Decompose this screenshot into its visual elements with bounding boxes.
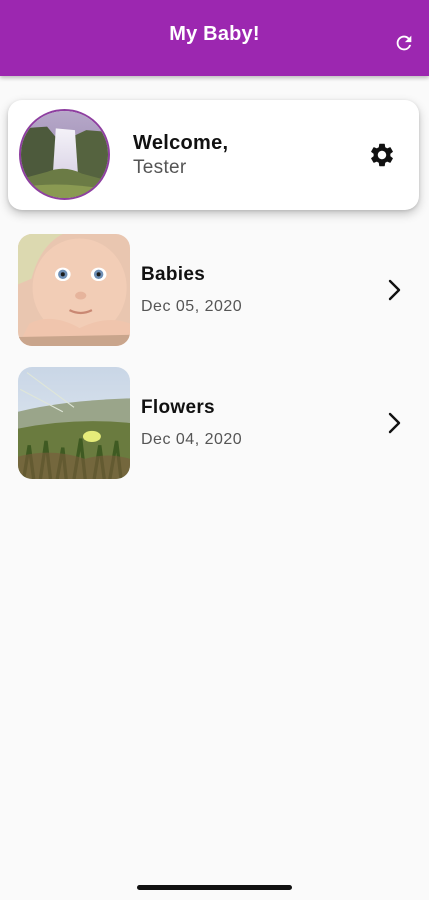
app-title: My Baby! <box>169 22 260 45</box>
album-thumbnail <box>18 234 130 346</box>
refresh-icon <box>396 35 412 51</box>
chevron-right-icon <box>385 410 405 436</box>
welcome-greeting: Welcome, <box>133 132 229 154</box>
album-item-flowers[interactable]: Flowers Dec 04, 2020 <box>0 367 429 479</box>
album-title: Flowers <box>141 397 215 418</box>
settings-button[interactable] <box>367 140 397 170</box>
baby-photo-image <box>18 234 130 346</box>
home-indicator[interactable] <box>137 885 292 890</box>
album-title: Babies <box>141 264 206 285</box>
avatar[interactable] <box>19 109 110 200</box>
welcome-text: Welcome, Tester <box>133 132 228 179</box>
refresh-button[interactable] <box>393 32 415 54</box>
album-date: Dec 05, 2020 <box>141 298 243 315</box>
welcome-card: Welcome, Tester <box>8 100 419 210</box>
flowers-photo-image <box>18 367 130 479</box>
gear-icon <box>371 143 393 167</box>
user-name: Tester <box>133 157 187 178</box>
album-date: Dec 04, 2020 <box>141 431 243 448</box>
waterfall-avatar-image <box>21 111 108 198</box>
chevron-right-icon <box>385 277 405 303</box>
album-thumbnail <box>18 367 130 479</box>
app-bar: My Baby! <box>0 0 429 76</box>
album-item-babies[interactable]: Babies Dec 05, 2020 <box>0 234 429 346</box>
